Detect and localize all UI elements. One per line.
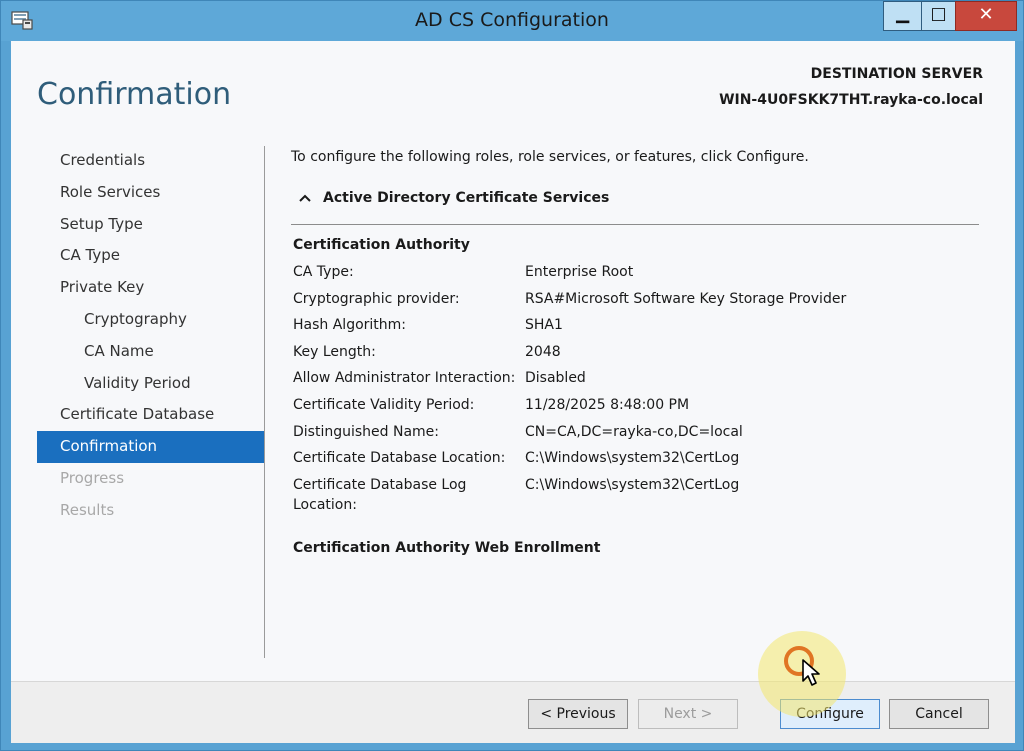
- confirmation-content: To configure the following roles, role s…: [291, 149, 991, 556]
- setting-key: Hash Algorithm:: [293, 317, 407, 334]
- wizard-client-area: Confirmation DESTINATION SERVER WIN-4U0F…: [11, 41, 1015, 743]
- mouse-pointer-icon: [802, 659, 820, 686]
- nav-item-private-key[interactable]: Private Key: [37, 272, 264, 304]
- setting-value: 2048: [525, 343, 561, 360]
- settings-row: Cryptographic provider: RSA#Microsoft Sof…: [293, 289, 983, 316]
- minimize-icon: ▁: [895, 4, 910, 24]
- setting-key: Certificate Database Log Location:: [293, 476, 467, 513]
- destination-server-label: DESTINATION SERVER: [810, 66, 983, 82]
- nav-item-validity-period[interactable]: Validity Period: [37, 368, 264, 400]
- wizard-nav: Credentials Role Services Setup Type CA …: [37, 145, 264, 527]
- nav-item-ca-type[interactable]: CA Type: [37, 240, 264, 272]
- setting-key: Certificate Database Location:: [293, 450, 506, 467]
- settings-row: Hash Algorithm: SHA1: [293, 315, 983, 342]
- close-button[interactable]: ✕: [955, 1, 1017, 31]
- nav-item-results: Results: [60, 500, 115, 519]
- settings-row: CA Type: Enterprise Root: [293, 262, 983, 289]
- setting-value: CN=CA,DC=rayka-co,DC=local: [525, 423, 743, 440]
- settings-row: Key Length: 2048: [293, 342, 983, 369]
- section-header[interactable]: Active Directory Certificate Services: [299, 190, 609, 206]
- ca-settings-list: CA Type: Enterprise Root Cryptographic pr…: [293, 262, 983, 515]
- nav-item-role-services[interactable]: Role Services: [37, 177, 264, 209]
- setting-key: Allow Administrator Interaction:: [293, 370, 516, 387]
- wizard-footer: < Previous Next > Configure Cancel: [11, 681, 1015, 743]
- app-window: AD CS Configuration ▁ □ ✕ Confirmation D…: [0, 0, 1024, 751]
- close-icon: ✕: [978, 4, 994, 25]
- title-bar[interactable]: AD CS Configuration ▁ □ ✕: [1, 1, 1023, 41]
- setting-value: Disabled: [525, 370, 586, 387]
- window-title: AD CS Configuration: [415, 9, 609, 31]
- setting-value: Enterprise Root: [525, 264, 634, 280]
- nav-divider: [264, 146, 265, 658]
- maximize-icon: □: [930, 4, 947, 24]
- maximize-button[interactable]: □: [921, 1, 955, 31]
- setting-value: SHA1: [525, 317, 563, 334]
- nav-item-confirmation[interactable]: Confirmation: [37, 431, 264, 463]
- setting-key: Distinguished Name:: [293, 423, 440, 440]
- nav-item-ca-name[interactable]: CA Name: [37, 336, 264, 368]
- settings-row: Certificate Database Log Location: C:\Win…: [293, 475, 983, 515]
- settings-row: Certificate Validity Period: 11/28/2025 8…: [293, 395, 983, 422]
- nav-item-cryptography[interactable]: Cryptography: [37, 304, 264, 336]
- setting-key: Certificate Validity Period:: [293, 396, 475, 413]
- settings-row: Distinguished Name: CN=CA,DC=rayka-co,DC=…: [293, 422, 983, 449]
- destination-server-name: WIN-4U0FSKK7THT.rayka-co.local: [719, 92, 983, 108]
- section-divider: [291, 224, 979, 225]
- nav-item-certificate-database[interactable]: Certificate Database: [37, 399, 264, 431]
- chevron-up-icon[interactable]: [299, 191, 313, 205]
- minimize-button[interactable]: ▁: [883, 1, 921, 31]
- intro-text: To configure the following roles, role s…: [291, 149, 809, 165]
- setting-key: Key Length:: [293, 343, 376, 360]
- setting-value: RSA#Microsoft Software Key Storage Provi…: [525, 290, 847, 307]
- setting-value: 11/28/2025 8:48:00 PM: [525, 396, 690, 413]
- page-title: Confirmation: [37, 77, 232, 112]
- nav-item-credentials[interactable]: Credentials: [37, 145, 264, 177]
- setting-value: C:\Windows\system32\CertLog: [525, 450, 740, 467]
- section-title: Active Directory Certificate Services: [323, 190, 610, 206]
- next-button: Next >: [638, 699, 738, 729]
- setting-key: CA Type:: [293, 264, 354, 280]
- previous-button[interactable]: < Previous: [528, 699, 628, 729]
- nav-item-setup-type[interactable]: Setup Type: [37, 209, 264, 241]
- setting-key: Cryptographic provider:: [293, 290, 460, 307]
- ca-heading: Certification Authority: [293, 237, 470, 253]
- setting-value: C:\Windows\system32\CertLog: [525, 476, 740, 493]
- settings-row: Certificate Database Location: C:\Windows…: [293, 448, 983, 475]
- nav-item-progress: Progress: [60, 468, 125, 487]
- settings-row: Allow Administrator Interaction: Disabled: [293, 368, 983, 395]
- cancel-button[interactable]: Cancel: [889, 699, 989, 729]
- web-enrollment-heading: Certification Authority Web Enrollment: [293, 540, 601, 556]
